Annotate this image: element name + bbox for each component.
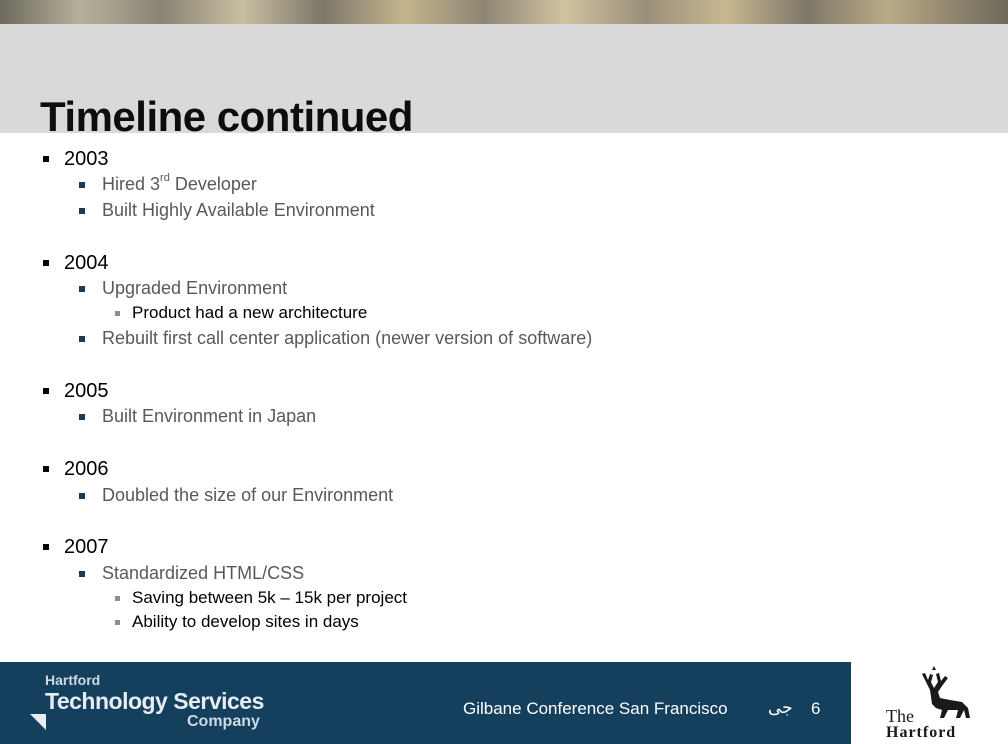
logo-line-2: Technology Services (45, 688, 264, 714)
bullet-marker (79, 182, 85, 188)
bullet-marker (79, 286, 85, 292)
list-subitem: Saving between 5k – 15k per project (132, 588, 408, 607)
logo-line-1: Hartford (45, 672, 101, 688)
bullet-marker (79, 571, 85, 577)
list-item: Doubled the size of our Environment (102, 485, 394, 505)
bullet-marker (79, 414, 85, 420)
bullet-marker (115, 596, 120, 601)
list-item: Hired 3rd Developer (102, 172, 257, 194)
slide-content: 2003 Hired 3rd Developer Built Highly Av… (0, 0, 1008, 744)
page-number: 6 (811, 699, 821, 718)
year-2007: 2007 (64, 536, 109, 558)
bullet-marker (79, 336, 85, 342)
footer-symbol: جى (768, 698, 793, 717)
list-item: Rebuilt first call center application (n… (102, 328, 593, 348)
bullet-marker (43, 156, 49, 162)
year-2005: 2005 (64, 380, 109, 402)
list-subitem: Product had a new architecture (132, 303, 368, 322)
bullet-marker (79, 493, 85, 499)
year-2003: 2003 (64, 148, 109, 170)
list-item: Built Highly Available Environment (102, 200, 375, 220)
bullet-marker (43, 260, 49, 266)
conference-name: Gilbane Conference San Francisco (463, 699, 728, 718)
bullet-marker (79, 208, 85, 214)
year-2006: 2006 (64, 458, 109, 480)
year-2004: 2004 (64, 252, 109, 274)
list-item: Standardized HTML/CSS (102, 563, 305, 583)
list-item: Upgraded Environment (102, 278, 288, 298)
logo-triangle-icon (30, 714, 46, 730)
list-item: Built Environment in Japan (102, 406, 317, 426)
brand-line-1: The (886, 706, 914, 726)
brand-line-2: Hartford (886, 724, 956, 741)
bullet-marker (115, 311, 120, 316)
bullet-marker (43, 388, 49, 394)
footer-bar: Hartford Technology Services Company Gil… (0, 662, 851, 744)
list-subitem: Ability to develop sites in days (132, 612, 359, 631)
bullet-marker (43, 466, 49, 472)
hartford-logo-icon: The Hartford (886, 666, 970, 741)
logo-line-3: Company (187, 713, 260, 730)
bullet-marker (43, 544, 49, 550)
bullet-marker (115, 620, 120, 625)
